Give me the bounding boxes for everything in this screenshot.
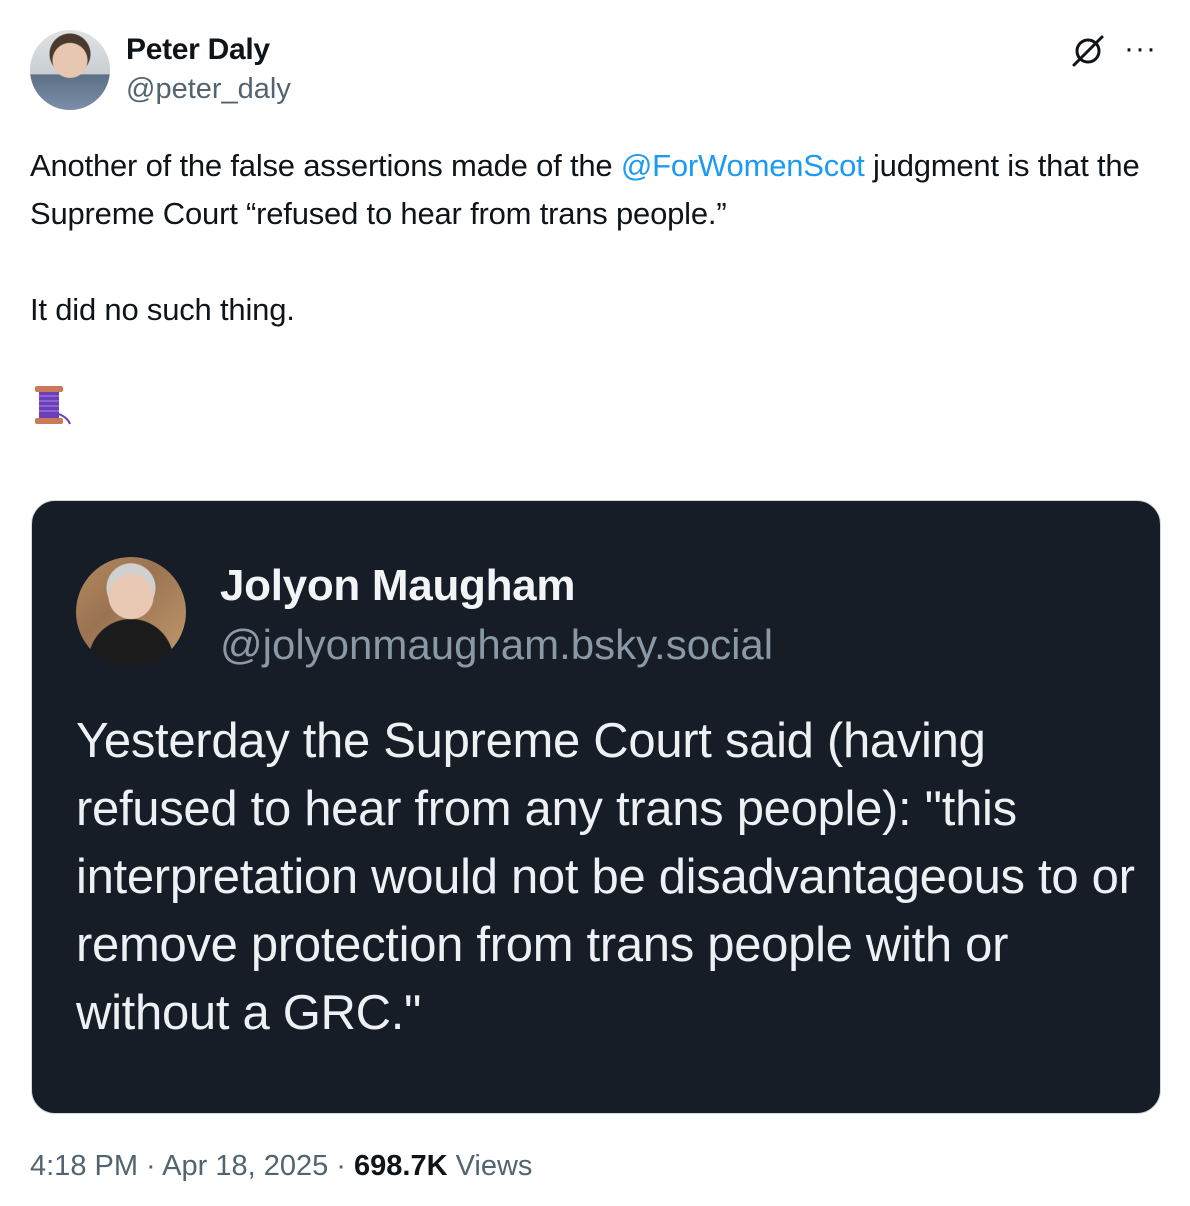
- tweet: Peter Daly @peter_daly ··· Another of th…: [0, 0, 1190, 1206]
- tweet-date[interactable]: Apr 18, 2025: [162, 1150, 328, 1182]
- more-options-icon[interactable]: ···: [1124, 34, 1164, 64]
- spool-of-thread-icon: [35, 386, 71, 425]
- author-handle[interactable]: @peter_daly: [126, 73, 291, 106]
- tweet-time[interactable]: 4:18 PM: [30, 1150, 138, 1182]
- quoted-image-card[interactable]: Jolyon Maugham @jolyonmaugham.bsky.socia…: [31, 500, 1161, 1114]
- author-name[interactable]: Peter Daly: [126, 33, 270, 67]
- tweet-paragraph-1: Another of the false assertions made of …: [30, 142, 1160, 238]
- mention-link[interactable]: @ForWomenScot: [621, 148, 865, 183]
- tweet-paragraph-2: It did no such thing.: [30, 292, 295, 327]
- quoted-author-name: Jolyon Maugham: [220, 561, 576, 610]
- quoted-text: Yesterday the Supreme Court said (having…: [76, 714, 1135, 1040]
- meta-separator: ·: [328, 1150, 355, 1182]
- meta-separator: ·: [138, 1150, 163, 1182]
- tweet-text-part: Another of the false assertions made of …: [30, 148, 621, 183]
- quoted-author-handle: @jolyonmaugham.bsky.social: [220, 621, 774, 668]
- quoted-avatar: [76, 557, 186, 667]
- avatar[interactable]: [30, 30, 110, 110]
- views-label: Views: [447, 1150, 533, 1182]
- tweet-meta: 4:18 PM · Apr 18, 2025 · 698.7K Views: [30, 1150, 532, 1183]
- grok-icon[interactable]: [1068, 30, 1108, 70]
- tweet-text: Another of the false assertions made of …: [30, 142, 1160, 334]
- views-count[interactable]: 698.7K: [354, 1150, 448, 1182]
